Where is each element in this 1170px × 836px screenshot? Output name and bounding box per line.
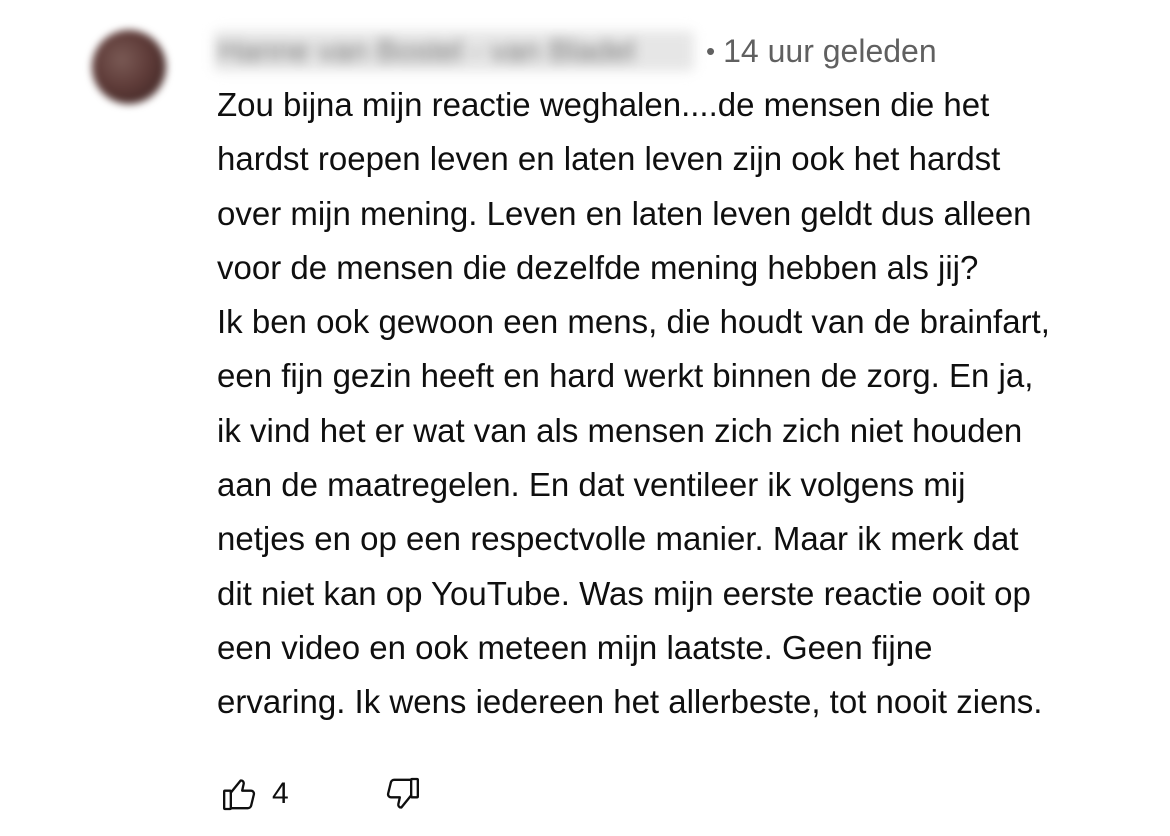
comment-line: ervaring. Ik wens iedereen het allerbest… — [217, 683, 1043, 721]
comment-header: Hanne van Bostel - van Bladel • 14 uur g… — [214, 28, 937, 74]
author-name[interactable]: Hanne van Bostel - van Bladel — [214, 31, 694, 71]
comment-line: Ik ben ook gewoon een mens, die houdt va… — [217, 303, 1050, 341]
comment-line: een fijn gezin heeft en hard werkt binne… — [217, 357, 1034, 395]
separator-dot: • — [706, 35, 716, 66]
comment-line: netjes en op een respectvolle manier. Ma… — [217, 520, 1019, 558]
thumbs-up-icon — [223, 779, 256, 811]
comment-line: Zou bijna mijn reactie weghalen....de me… — [217, 86, 990, 123]
comment-line: over mijn mening. Leven en laten leven g… — [217, 194, 1032, 232]
comment-text: Zou bijna mijn reactie weghalen....de me… — [217, 78, 1142, 730]
comment-actions: 4 — [218, 770, 424, 818]
thumbs-down-icon — [386, 777, 419, 809]
comment-line: hardst roepen leven en laten leven zijn … — [217, 140, 1001, 178]
comment-line: voor de mensen die dezelfde mening hebbe… — [217, 248, 979, 286]
comment-line: aan de maatregelen. En dat ventileer ik … — [217, 466, 966, 504]
avatar[interactable] — [92, 30, 166, 104]
comment-line: een video en ook meteen mijn laatste. Ge… — [217, 628, 933, 666]
dislike-button[interactable] — [380, 772, 424, 816]
comment-line: ik vind het er wat van als mensen zich z… — [217, 411, 1023, 449]
like-count: 4 — [272, 777, 289, 810]
like-button[interactable] — [218, 772, 262, 816]
comment-line: dit niet kan op YouTube. Was mijn eerste… — [217, 574, 1031, 612]
comment: Hanne van Bostel - van Bladel • 14 uur g… — [0, 0, 1170, 836]
timestamp[interactable]: 14 uur geleden — [723, 33, 937, 70]
